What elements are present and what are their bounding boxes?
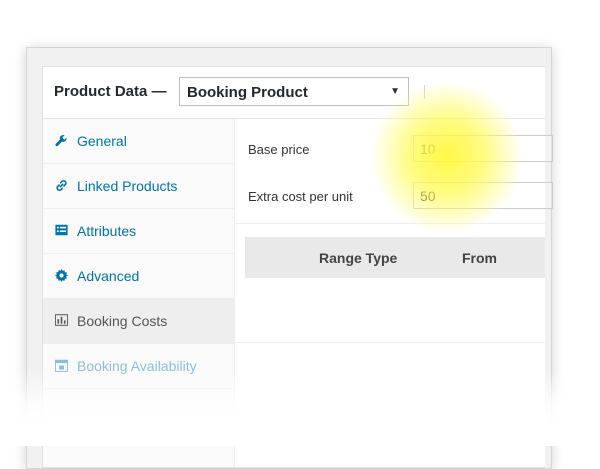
extra-cost-label: Extra cost per unit bbox=[248, 189, 353, 204]
product-data-header: Product Data — Booking Product ▼ bbox=[43, 67, 545, 119]
tab-booking-costs[interactable]: Booking Costs bbox=[43, 299, 234, 344]
booking-costs-content: Base price 10 Extra cost per unit 50 Ran… bbox=[235, 119, 553, 467]
tab-linked-products-label: Linked Products bbox=[77, 178, 178, 194]
tab-booking-availability-label: Booking Availability bbox=[77, 358, 197, 374]
link-icon bbox=[54, 178, 68, 192]
tab-advanced[interactable]: Advanced bbox=[43, 254, 234, 299]
base-price-row: Base price 10 bbox=[235, 132, 553, 166]
tab-booking-costs-label: Booking Costs bbox=[77, 313, 168, 329]
tab-attributes[interactable]: Attributes bbox=[43, 209, 234, 254]
tab-general[interactable]: General bbox=[43, 119, 234, 164]
base-price-label: Base price bbox=[248, 142, 310, 157]
extra-cost-row: Extra cost per unit 50 bbox=[235, 179, 553, 213]
tab-general-label: General bbox=[77, 133, 127, 149]
table-divider bbox=[235, 342, 545, 343]
base-price-input[interactable]: 10 bbox=[413, 135, 553, 162]
tab-attributes-label: Attributes bbox=[77, 223, 137, 239]
chart-icon bbox=[54, 313, 68, 327]
tab-linked-products[interactable]: Linked Products bbox=[43, 164, 234, 209]
gear-icon bbox=[54, 268, 68, 282]
wrench-icon bbox=[54, 133, 68, 147]
product-type-selected: Booking Product bbox=[187, 84, 308, 101]
product-type-select[interactable]: Booking Product ▼ bbox=[179, 77, 409, 106]
cost-table-header: Range Type From bbox=[245, 237, 545, 278]
calendar-icon bbox=[54, 358, 68, 372]
extra-cost-input[interactable]: 50 bbox=[413, 182, 553, 209]
product-data-title: Product Data — bbox=[54, 83, 167, 100]
product-data-tabs: General Linked Products Attributes Advan… bbox=[43, 119, 235, 467]
tab-advanced-label: Advanced bbox=[77, 268, 140, 284]
list-card-icon bbox=[54, 223, 68, 237]
product-data-panel: Product Data — Booking Product ▼ General… bbox=[42, 66, 553, 468]
tab-booking-availability[interactable]: Booking Availability bbox=[43, 344, 234, 389]
column-from: From bbox=[462, 250, 497, 266]
column-range-type: Range Type bbox=[319, 250, 398, 266]
fields-divider bbox=[235, 223, 545, 224]
header-divider bbox=[424, 85, 425, 99]
chevron-down-icon: ▼ bbox=[390, 86, 400, 97]
